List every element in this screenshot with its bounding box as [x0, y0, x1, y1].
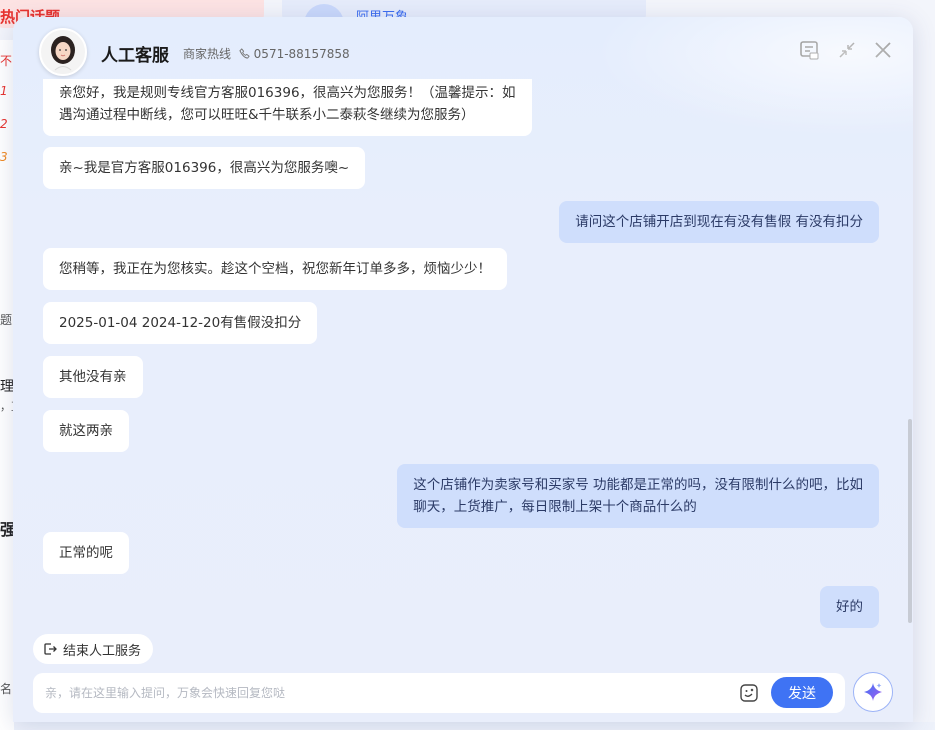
message-line: 2025-01-04 2024-12-20有售假没扣分: [59, 312, 301, 334]
sparkle-icon[interactable]: [853, 672, 893, 712]
message-input[interactable]: [45, 673, 725, 713]
agent-avatar: [39, 28, 87, 76]
exit-icon: [43, 642, 57, 656]
message-line: 就这两亲: [59, 420, 113, 442]
hotline-number: 0571-88157858: [254, 47, 350, 61]
agent-message: 亲您好，我是规则专线官方客服016396，很高兴为您服务！（温馨提示：如 遇沟通…: [43, 79, 532, 136]
user-message: 请问这个店铺开店到现在有没有售假 有没有扣分: [559, 201, 879, 243]
chat-scrollbar[interactable]: [908, 419, 912, 623]
user-message: 好的: [820, 586, 879, 628]
dialog-header: 人工客服 商家热线 0571-88157858: [13, 17, 913, 87]
bg-fragment: 名: [0, 680, 12, 697]
hotline-label: 商家热线: [183, 47, 231, 61]
close-icon[interactable]: [870, 37, 896, 63]
message-line: 遇沟通过程中断线，您可以旺旺&千牛联系小二泰萩冬继续为您服务）: [59, 104, 516, 126]
feedback-icon[interactable]: [796, 37, 822, 63]
agent-message: 就这两亲: [43, 410, 129, 452]
emoji-icon[interactable]: [739, 683, 759, 703]
shrink-icon[interactable]: [834, 37, 860, 63]
chat-history[interactable]: 亲您好，我是规则专线官方客服016396，很高兴为您服务！（温馨提示：如 遇沟通…: [43, 79, 879, 629]
message-line: 聊天，上货推广，每日限制上架十个商品什么的: [413, 496, 863, 518]
phone-icon: [239, 48, 250, 62]
message-line: 好的: [836, 596, 863, 618]
customer-service-dialog: 人工客服 商家热线 0571-88157858 亲您好，我是规则专线官方客服01…: [13, 17, 913, 722]
user-message: 这个店铺作为卖家号和买家号 功能都是正常的吗，没有限制什么的吧，比如 聊天，上货…: [397, 464, 879, 528]
message-line: 其他没有亲: [59, 366, 127, 388]
bg-fragment: 1: [0, 84, 8, 98]
message-line: 亲~我是官方客服016396，很高兴为您服务噢~: [59, 157, 349, 179]
message-line: 您稍等，我正在为您核实。趁这个空档，祝您新年订单多多，烦恼少少！: [59, 258, 491, 280]
agent-message: 2025-01-04 2024-12-20有售假没扣分: [43, 302, 317, 344]
agent-message: 亲~我是官方客服016396，很高兴为您服务噢~: [43, 147, 365, 189]
agent-message: 其他没有亲: [43, 356, 143, 398]
message-line: 这个店铺作为卖家号和买家号 功能都是正常的吗，没有限制什么的吧，比如: [413, 474, 863, 496]
bg-fragment: 2: [0, 117, 8, 131]
bg-fragment: 理: [0, 376, 14, 396]
agent-message: 正常的呢: [43, 532, 129, 574]
message-line: 请问这个店铺开店到现在有没有售假 有没有扣分: [575, 211, 863, 233]
message-line: 正常的呢: [59, 542, 113, 564]
end-service-label: 结束人工服务: [63, 640, 141, 659]
bg-fragment: 题: [0, 311, 12, 328]
merchant-hotline: 商家热线 0571-88157858: [183, 45, 350, 62]
agent-message: 您稍等，我正在为您核实。趁这个空档，祝您新年订单多多，烦恼少少！: [43, 248, 507, 290]
message-line: 亲您好，我是规则专线官方客服016396，很高兴为您服务！（温馨提示：如: [59, 82, 516, 104]
dialog-title: 人工客服: [101, 41, 169, 66]
bg-fragment: 3: [0, 150, 8, 164]
end-service-button[interactable]: 结束人工服务: [33, 634, 153, 664]
send-button[interactable]: 发送: [771, 677, 833, 708]
bg-fragment: 不: [0, 52, 12, 69]
message-composer: 发送: [33, 673, 845, 713]
